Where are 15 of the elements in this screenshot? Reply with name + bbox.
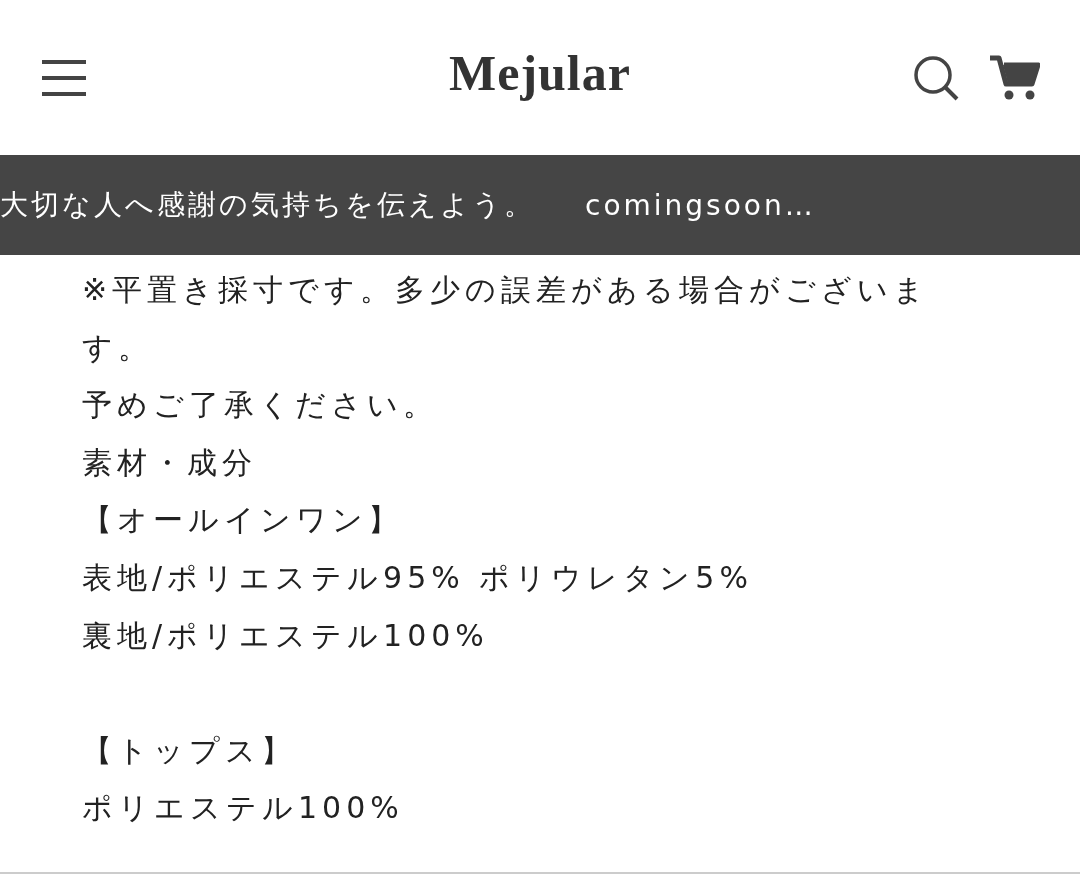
announcement-text: comingsoon… <box>585 188 816 222</box>
description-line: 予めご了承ください。 <box>82 386 439 425</box>
menu-icon[interactable] <box>40 57 88 98</box>
description-line: 【トップス】 <box>82 731 297 770</box>
description-line: ※平置き採寸です。多少の誤差がある場合がございま <box>82 271 931 309</box>
announcement-text: 大切な人へ感謝の気持ちを伝えよう。 <box>0 187 535 223</box>
search-icon[interactable] <box>912 53 960 102</box>
description-line: ポリエステル100% <box>82 789 405 828</box>
cart-icon[interactable] <box>990 54 1040 101</box>
description-line: す。 <box>82 328 154 367</box>
logo[interactable]: Mejular <box>449 45 631 101</box>
description-line: 【オールインワン】 <box>82 501 404 540</box>
description-line: 裏地/ポリエステル100% <box>82 616 490 655</box>
description-line: 表地/ポリエステル95% ポリウレタン5% <box>82 558 754 597</box>
description-line: 素材・成分 <box>82 443 258 482</box>
